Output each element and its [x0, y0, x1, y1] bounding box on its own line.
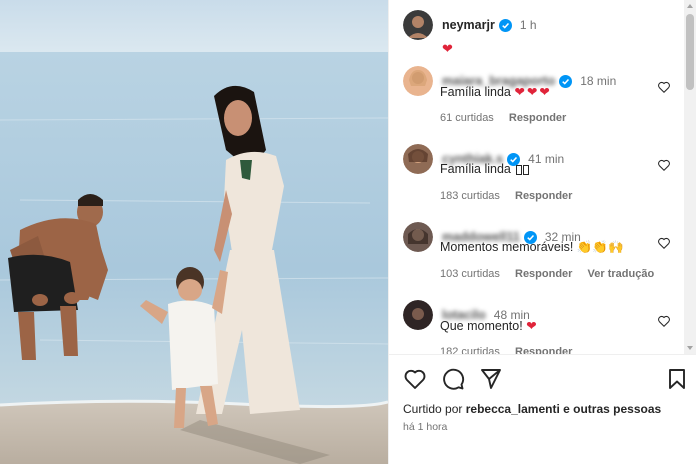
reply-button[interactable]: Responder [509, 112, 566, 124]
heart-icon[interactable] [657, 236, 671, 250]
comment-text: Que momento! ❤ [440, 319, 537, 333]
verified-badge-icon [498, 18, 512, 32]
comments-scrollbar[interactable] [684, 0, 696, 354]
liked-user-link[interactable]: rebecca_lamenti [466, 402, 560, 416]
comment-likes[interactable]: 183 curtidas [440, 190, 500, 202]
comment-meta: 182 curtidas Responder [440, 346, 584, 354]
caption-text: ❤ [442, 41, 453, 56]
scroll-thumb[interactable] [686, 14, 694, 90]
post-time: 1 h [519, 18, 537, 32]
like-heart-icon[interactable] [403, 367, 427, 391]
heart-emojis: ❤❤❤ [514, 85, 552, 99]
commenter-avatar[interactable] [403, 300, 433, 330]
liked-prefix: Curtido por [403, 402, 463, 416]
comment-text: Família linda ❤❤❤ [440, 85, 552, 99]
liked-others-link[interactable]: e outras pessoas [563, 402, 661, 416]
comment-text: Momentos memoráveis! 👏👏🙌 [440, 240, 624, 254]
comment-likes[interactable]: 182 curtidas [440, 346, 500, 354]
post-time-ago: há 1 hora [403, 421, 448, 433]
post-photo[interactable] [0, 0, 388, 464]
comments-list[interactable]: neymarjr 1 h ❤ maiara_bragaporto 18 min … [389, 0, 685, 354]
bookmark-icon[interactable] [665, 367, 689, 391]
comment-item: maddowell11 32 min Momentos memoráveis! … [403, 222, 673, 280]
reply-button[interactable]: Responder [515, 346, 572, 354]
reply-button[interactable]: Responder [515, 190, 572, 202]
author-username[interactable]: neymarjr [442, 18, 495, 32]
comment-meta: 183 curtidas Responder [440, 190, 584, 202]
comment-likes[interactable]: 103 curtidas [440, 268, 500, 280]
heart-icon[interactable] [657, 314, 671, 328]
beach-family-photo [0, 0, 388, 464]
verified-badge-icon [559, 74, 573, 88]
comment-item: cynthiak.s 41 min Família linda 183 curt… [403, 144, 673, 202]
heart-icon[interactable] [657, 158, 671, 172]
clap-emojis: 👏👏🙌 [576, 240, 624, 254]
heart-emojis: ❤ [526, 319, 537, 333]
commenter-avatar[interactable] [403, 222, 433, 252]
comment-meta: 103 curtidas Responder Ver tradução [440, 268, 666, 280]
scroll-down-arrow-icon[interactable] [687, 346, 693, 350]
instagram-post: neymarjr 1 h ❤ maiara_bragaporto 18 min … [0, 0, 696, 464]
comment-text: Família linda [440, 162, 530, 178]
comments-panel: neymarjr 1 h ❤ maiara_bragaporto 18 min … [388, 0, 696, 464]
comment-meta: 61 curtidas Responder [440, 112, 578, 124]
commenter-avatar[interactable] [403, 66, 433, 96]
scroll-up-arrow-icon[interactable] [687, 4, 693, 8]
post-caption: neymarjr 1 h ❤ [403, 10, 673, 57]
reply-button[interactable]: Responder [515, 268, 572, 280]
comment-item: maiara_bragaporto 18 min Família linda ❤… [403, 66, 673, 124]
comment-time: 18 min [580, 74, 617, 88]
liked-by-text: Curtido por rebecca_lamenti e outras pes… [403, 402, 661, 416]
heart-icon[interactable] [657, 80, 671, 94]
comment-icon[interactable] [441, 367, 465, 391]
comment-time: 41 min [528, 152, 565, 166]
translate-button[interactable]: Ver tradução [588, 268, 655, 280]
comment-likes[interactable]: 61 curtidas [440, 112, 494, 124]
author-avatar[interactable] [403, 10, 433, 40]
missing-emoji-boxes [516, 164, 530, 178]
share-icon[interactable] [479, 367, 503, 391]
comment-item: lotacilo 48 min Que momento! ❤ 182 curti… [403, 300, 673, 354]
commenter-avatar[interactable] [403, 144, 433, 174]
post-actions: Curtido por rebecca_lamenti e outras pes… [389, 354, 696, 464]
